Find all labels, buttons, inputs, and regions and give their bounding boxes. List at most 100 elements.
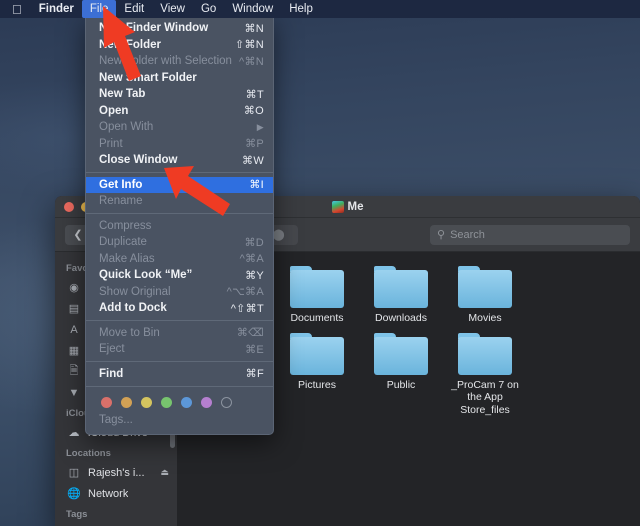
applications-icon: A	[70, 323, 78, 336]
menu-item-shortcut: ^⌘A	[239, 253, 264, 266]
close-button[interactable]	[64, 202, 74, 212]
menu-separator	[86, 385, 273, 387]
menu-item-shortcut: ⌘N	[244, 22, 264, 35]
menu-item-label: Make Alias	[99, 252, 155, 265]
menubar-item-file[interactable]: File	[81, 0, 117, 18]
submenu-arrow-icon: ▶	[256, 121, 264, 132]
folder-icon	[290, 332, 344, 375]
tag-color-green[interactable]	[161, 397, 172, 408]
file-menu-dropdown: New Finder Window ⌘N New Folder ⇧⌘N New …	[85, 16, 274, 435]
tag-color-blue[interactable]	[181, 397, 192, 408]
documents-icon: 🗎	[69, 365, 79, 377]
cloud-icon: ☁	[68, 427, 80, 439]
menu-separator	[86, 320, 273, 321]
eject-icon[interactable]: ⏏	[160, 467, 169, 478]
search-input[interactable]: ⚲ Search	[430, 224, 630, 245]
menu-item-quick-look[interactable]: Quick Look “Me” ⌘Y	[86, 267, 273, 284]
menu-item-compress: Compress	[86, 218, 273, 235]
file-item-procam-files[interactable]: _ProCam 7 on the App Store_files	[443, 332, 527, 417]
menu-item-label: Eject	[99, 343, 125, 356]
menu-separator	[86, 361, 273, 362]
menu-item-shortcut: ⌘O	[243, 105, 264, 118]
file-item-downloads[interactable]: Downloads	[359, 266, 443, 325]
file-item-label: Pictures	[298, 378, 336, 391]
search-icon: ⚲	[437, 229, 446, 241]
menu-item-label: Open With	[99, 121, 154, 134]
menubar-item-finder[interactable]: Finder	[31, 0, 82, 18]
menu-item-tags[interactable]: Tags...	[86, 412, 273, 430]
menu-item-label: Rename	[99, 195, 143, 208]
menu-item-label: Duplicate	[99, 236, 147, 249]
search-placeholder: Search	[450, 228, 485, 241]
tag-color-none[interactable]	[221, 397, 232, 408]
menu-item-label: Open	[99, 104, 129, 117]
menu-item-shortcut: ^⇧⌘T	[230, 302, 264, 315]
menu-item-shortcut: ⌘Y	[245, 269, 264, 282]
menu-item-new-tab[interactable]: New Tab ⌘T	[86, 86, 273, 103]
menu-item-show-original: Show Original ^⌥⌘A	[86, 284, 273, 301]
menu-item-get-info[interactable]: Get Info ⌘I	[86, 176, 273, 193]
menu-item-duplicate: Duplicate ⌘D	[86, 234, 273, 251]
sidebar-item-device[interactable]: ◫ Rajesh's i... ⏏	[55, 462, 177, 483]
menu-item-shortcut: ^⌥⌘A	[226, 286, 264, 299]
menu-item-new-folder[interactable]: New Folder ⇧⌘N	[86, 37, 273, 54]
menu-item-label: New Tab	[99, 88, 146, 101]
airdrop-icon: ◉	[69, 282, 79, 294]
tag-color-orange[interactable]	[121, 397, 132, 408]
menubar-item-edit[interactable]: Edit	[116, 0, 152, 18]
file-item-pictures[interactable]: Pictures	[275, 332, 359, 417]
sidebar-item-label: Network	[88, 487, 129, 500]
menu-item-add-to-dock[interactable]: Add to Dock ^⇧⌘T	[86, 300, 273, 317]
menubar-item-help[interactable]: Help	[281, 0, 321, 18]
menu-item-shortcut: ⌘⌫	[236, 327, 264, 340]
file-item-label: _ProCam 7 on the App Store_files	[451, 378, 519, 416]
file-item-label: Downloads	[375, 312, 427, 324]
window-title: Me	[331, 200, 363, 213]
menu-item-label: Show Original	[99, 285, 171, 298]
menu-item-label: New Folder with Selection	[99, 55, 232, 68]
menu-bar:  Finder File Edit View Go Window Help	[0, 0, 640, 18]
tag-color-red[interactable]	[101, 397, 112, 408]
device-icon: ◫	[68, 467, 80, 479]
menu-item-open-with: Open With ▶	[86, 119, 273, 136]
menu-item-close-window[interactable]: Close Window ⌘W	[86, 152, 273, 169]
menubar-item-go[interactable]: Go	[193, 0, 224, 18]
menu-item-shortcut: ⌘W	[242, 154, 264, 167]
menu-item-eject: Eject ⌘E	[86, 341, 273, 358]
file-item-label: Public	[386, 378, 416, 391]
menu-separator	[86, 213, 273, 214]
menu-item-shortcut: ⌘D	[244, 236, 264, 249]
apple-menu-icon[interactable]: 	[8, 1, 31, 18]
menu-item-label: New Folder	[99, 38, 161, 51]
folder-icon	[374, 332, 428, 375]
menubar-item-window[interactable]: Window	[224, 0, 281, 18]
file-item-movies[interactable]: Movies	[443, 266, 527, 325]
folder-icon	[290, 266, 344, 308]
menu-item-label: New Smart Folder	[99, 71, 197, 84]
sidebar-item-network[interactable]: 🌐 Network	[55, 483, 177, 504]
menu-item-new-finder-window[interactable]: New Finder Window ⌘N	[86, 20, 273, 37]
sidebar-header-locations: Locations	[66, 448, 111, 459]
tag-color-yellow[interactable]	[141, 397, 152, 408]
menu-item-label: New Finder Window	[99, 22, 209, 35]
file-item-documents[interactable]: Documents	[275, 266, 359, 325]
file-item-public[interactable]: Public	[359, 332, 443, 417]
menu-item-shortcut: ⇧⌘N	[234, 39, 264, 52]
menu-item-shortcut: ⌘P	[245, 138, 264, 151]
file-item-label: Movies	[468, 312, 502, 324]
menu-item-find[interactable]: Find ⌘F	[86, 366, 273, 383]
menu-item-new-smart-folder[interactable]: New Smart Folder	[86, 70, 273, 87]
folder-icon	[374, 266, 428, 308]
folder-icon	[458, 266, 512, 308]
menu-item-print: Print ⌘P	[86, 136, 273, 153]
tag-color-purple[interactable]	[201, 397, 212, 408]
tag-color-row	[86, 390, 273, 412]
menubar-item-view[interactable]: View	[152, 0, 193, 18]
desktop-icon: ▤	[68, 303, 80, 315]
menu-item-label: Print	[99, 137, 123, 150]
menu-item-shortcut: ^⌘N	[238, 55, 264, 68]
menu-item-label: Get Info	[99, 178, 143, 191]
menu-item-open[interactable]: Open ⌘O	[86, 103, 273, 120]
folder-icon	[458, 332, 512, 375]
menu-item-shortcut: ⌘E	[245, 343, 264, 356]
